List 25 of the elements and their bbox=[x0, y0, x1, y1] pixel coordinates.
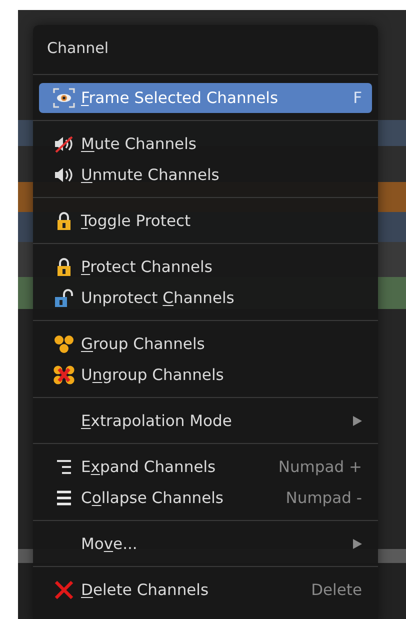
menu-item[interactable]: Mute Channels bbox=[39, 129, 372, 159]
menu-item[interactable]: Group Channels bbox=[39, 329, 372, 359]
menu-item[interactable]: Protect Channels bbox=[39, 252, 372, 282]
menu-title: Channel bbox=[46, 38, 110, 59]
menu-item[interactable]: Collapse Channels Numpad - bbox=[39, 483, 372, 513]
menu-item[interactable]: Ungroup Channels bbox=[39, 360, 372, 390]
speaker-icon bbox=[53, 166, 75, 184]
menu-item[interactable]: Expand Channels Numpad + bbox=[39, 452, 372, 482]
indented-lines-icon bbox=[55, 459, 73, 475]
menu-item[interactable]: Move... bbox=[39, 529, 372, 559]
menu-item[interactable]: Frame Selected Channels F bbox=[39, 83, 372, 113]
menu-item[interactable]: Extrapolation Mode bbox=[39, 406, 372, 436]
muted-speaker-icon bbox=[53, 135, 75, 153]
padlock-icon bbox=[56, 211, 72, 231]
eye-frame-icon bbox=[53, 88, 75, 108]
open-padlock-icon bbox=[54, 288, 74, 308]
menu-item[interactable]: Toggle Protect bbox=[39, 206, 372, 236]
lines-icon bbox=[55, 490, 73, 506]
menu-item[interactable]: Unprotect Channels bbox=[39, 283, 372, 313]
menu-item[interactable]: Delete Channels Delete bbox=[39, 575, 372, 605]
ungroup-icon bbox=[53, 365, 75, 385]
menu-item[interactable]: Unmute Channels bbox=[39, 160, 372, 190]
x-icon bbox=[54, 580, 74, 600]
three-dots-icon bbox=[53, 334, 75, 354]
padlock-icon bbox=[56, 257, 72, 277]
